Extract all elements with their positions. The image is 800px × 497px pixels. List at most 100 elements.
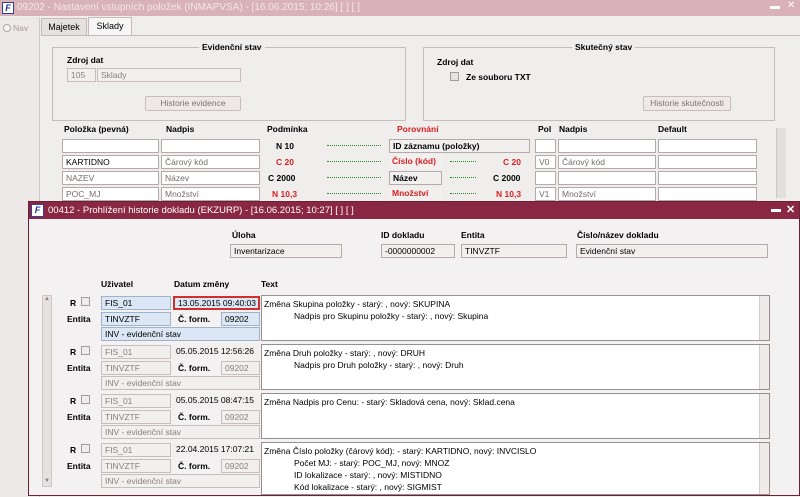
- id-field: -0000000002: [381, 244, 455, 258]
- row-default[interactable]: [658, 155, 757, 169]
- tab-majetek[interactable]: Majetek: [41, 18, 87, 35]
- row-nadpis[interactable]: Množství: [161, 187, 260, 201]
- row-connector: [327, 145, 381, 148]
- row-polozka[interactable]: POC_MJ: [62, 187, 159, 201]
- record-date[interactable]: 05.05.2015 12:56:26: [173, 345, 260, 359]
- tab-sklady[interactable]: Sklady: [88, 17, 132, 36]
- cform-label: Č. form.: [178, 363, 211, 373]
- row-pol2[interactable]: V1: [535, 187, 556, 201]
- col-default: Default: [658, 124, 687, 134]
- scroll-down-icon[interactable]: ▼: [43, 478, 51, 486]
- row-connector: [327, 161, 381, 164]
- row-nadpis[interactable]: Čárový kód: [161, 155, 260, 169]
- row-default[interactable]: [658, 139, 757, 153]
- row-connector-right: [450, 161, 476, 164]
- col-podminka: Podmínka: [267, 124, 308, 134]
- record-desc: INV - evidenční stav: [101, 327, 260, 341]
- entita-lbl: Entita: [67, 363, 91, 373]
- record-form: 09202: [221, 361, 260, 375]
- row-polozka[interactable]: [62, 139, 159, 153]
- skut-txt-checkbox[interactable]: [450, 72, 459, 81]
- row-nadpis2[interactable]: Čárový kód: [558, 155, 656, 169]
- row-porovnani: Číslo (kód): [389, 155, 442, 169]
- r-label: R: [70, 298, 77, 308]
- r-label: R: [70, 347, 77, 357]
- skut-txt-label: Ze souboru TXT: [466, 72, 531, 82]
- entita-lbl: Entita: [67, 412, 91, 422]
- r-label: R: [70, 445, 77, 455]
- main-scrollbar[interactable]: [776, 128, 786, 198]
- entita-lbl: Entita: [67, 461, 91, 471]
- record-text: Změna Nadpis pro Cenu: - starý: Skladová…: [261, 393, 770, 439]
- skut-history-button[interactable]: Historie skutečnosti: [643, 96, 731, 111]
- dialog-logo-icon: F: [31, 204, 44, 217]
- cislo-field: Evidenční stav: [576, 244, 768, 258]
- record-text-line: Počet MJ: - starý: POC_MJ, nový: MNOZ: [294, 458, 450, 468]
- text-scrollbar[interactable]: [759, 394, 769, 438]
- col-polozka: Položka (pevná): [64, 124, 129, 134]
- row-pol2[interactable]: [535, 139, 556, 153]
- row-nadpis2[interactable]: [558, 139, 656, 153]
- dialog-minimize-icon[interactable]: ▬: [771, 204, 781, 215]
- col-text: Text: [261, 279, 278, 289]
- scroll-up-icon[interactable]: ▲: [43, 296, 51, 304]
- app-logo-icon: F: [2, 2, 14, 14]
- r-checkbox[interactable]: [81, 444, 90, 453]
- row-podminka: N 10,3: [272, 189, 298, 199]
- record-entity: TINVZTF: [101, 459, 171, 473]
- uloha-label: Úloha: [232, 230, 256, 240]
- record-text-line: Změna Nadpis pro Cenu: - starý: Skladová…: [264, 397, 515, 407]
- row-nadpis[interactable]: [161, 139, 260, 153]
- col-nadpis2: Nadpis: [559, 124, 588, 134]
- close-icon[interactable]: ✕: [787, 0, 795, 11]
- row-pol2[interactable]: V0: [535, 155, 556, 169]
- record-user: FIS_01: [101, 394, 171, 408]
- dialog-close-icon[interactable]: ✕: [786, 203, 795, 216]
- row-nadpis2[interactable]: Množství: [558, 187, 656, 201]
- minimize-icon[interactable]: ▬: [770, 1, 780, 12]
- col-pol: Pol: [538, 124, 552, 134]
- records-scrollbar[interactable]: ▲ ▼: [42, 295, 52, 487]
- record-entity: TINVZTF: [101, 361, 171, 375]
- dialog-title: 00412 - Prohlížení historie dokladu (EKZ…: [48, 205, 354, 216]
- record-user: FIS_01: [101, 345, 171, 359]
- row-nadpis[interactable]: Název: [161, 171, 260, 185]
- id-label: ID dokladu: [381, 230, 425, 240]
- evid-history-button[interactable]: Historie evidence: [145, 96, 241, 111]
- record-date[interactable]: 13.05.2015 09:40:03: [173, 296, 260, 310]
- col-uzivatel: Uživatel: [101, 279, 134, 289]
- row-polozka[interactable]: KARTIDNO: [62, 155, 159, 169]
- record-date[interactable]: 22.04.2015 17:07:21: [173, 443, 260, 457]
- r-checkbox[interactable]: [81, 297, 90, 306]
- row-pol2[interactable]: [535, 171, 556, 185]
- tab-divider: [41, 35, 800, 36]
- history-dialog: F 00412 - Prohlížení historie dokladu (E…: [28, 201, 800, 496]
- uloha-field: Inventarizace: [230, 244, 342, 258]
- row-connector: [327, 193, 381, 196]
- record-date[interactable]: 05.05.2015 08:47:15: [173, 394, 260, 408]
- r-checkbox[interactable]: [81, 395, 90, 404]
- record-desc: INV - evidenční stav: [101, 376, 260, 390]
- row-podminka: C 20: [276, 157, 294, 167]
- col-nadpis: Nadpis: [166, 124, 195, 134]
- main-title: 09202 - Nastavení vstupních položek (INM…: [17, 2, 360, 13]
- text-scrollbar[interactable]: [759, 345, 769, 389]
- row-default[interactable]: [658, 171, 757, 185]
- row-right-code: N 10,3: [496, 189, 522, 199]
- record-entity: TINVZTF: [101, 410, 171, 424]
- nav-radio-icon[interactable]: [3, 24, 11, 32]
- text-scrollbar[interactable]: [759, 443, 769, 494]
- row-default[interactable]: [658, 187, 757, 201]
- record-text-line: Změna Číslo položky (čárový kód): - star…: [264, 446, 537, 456]
- r-checkbox[interactable]: [81, 346, 90, 355]
- row-porovnani: Název: [389, 171, 442, 185]
- row-polozka[interactable]: NAZEV: [62, 171, 159, 185]
- cislo-label: Číslo/název dokladu: [577, 230, 659, 240]
- text-scrollbar[interactable]: [759, 296, 769, 340]
- record-form: 09202: [221, 459, 260, 473]
- record-text-line: Kód lokalizace - starý: , nový: SIGMIST: [294, 482, 442, 492]
- cform-label: Č. form.: [178, 314, 211, 324]
- row-nadpis2[interactable]: [558, 171, 656, 185]
- record-text-line: ID lokalizace - starý: , nový: MISTIDNO: [294, 470, 442, 480]
- record-text: Změna Číslo položky (čárový kód): - star…: [261, 442, 770, 495]
